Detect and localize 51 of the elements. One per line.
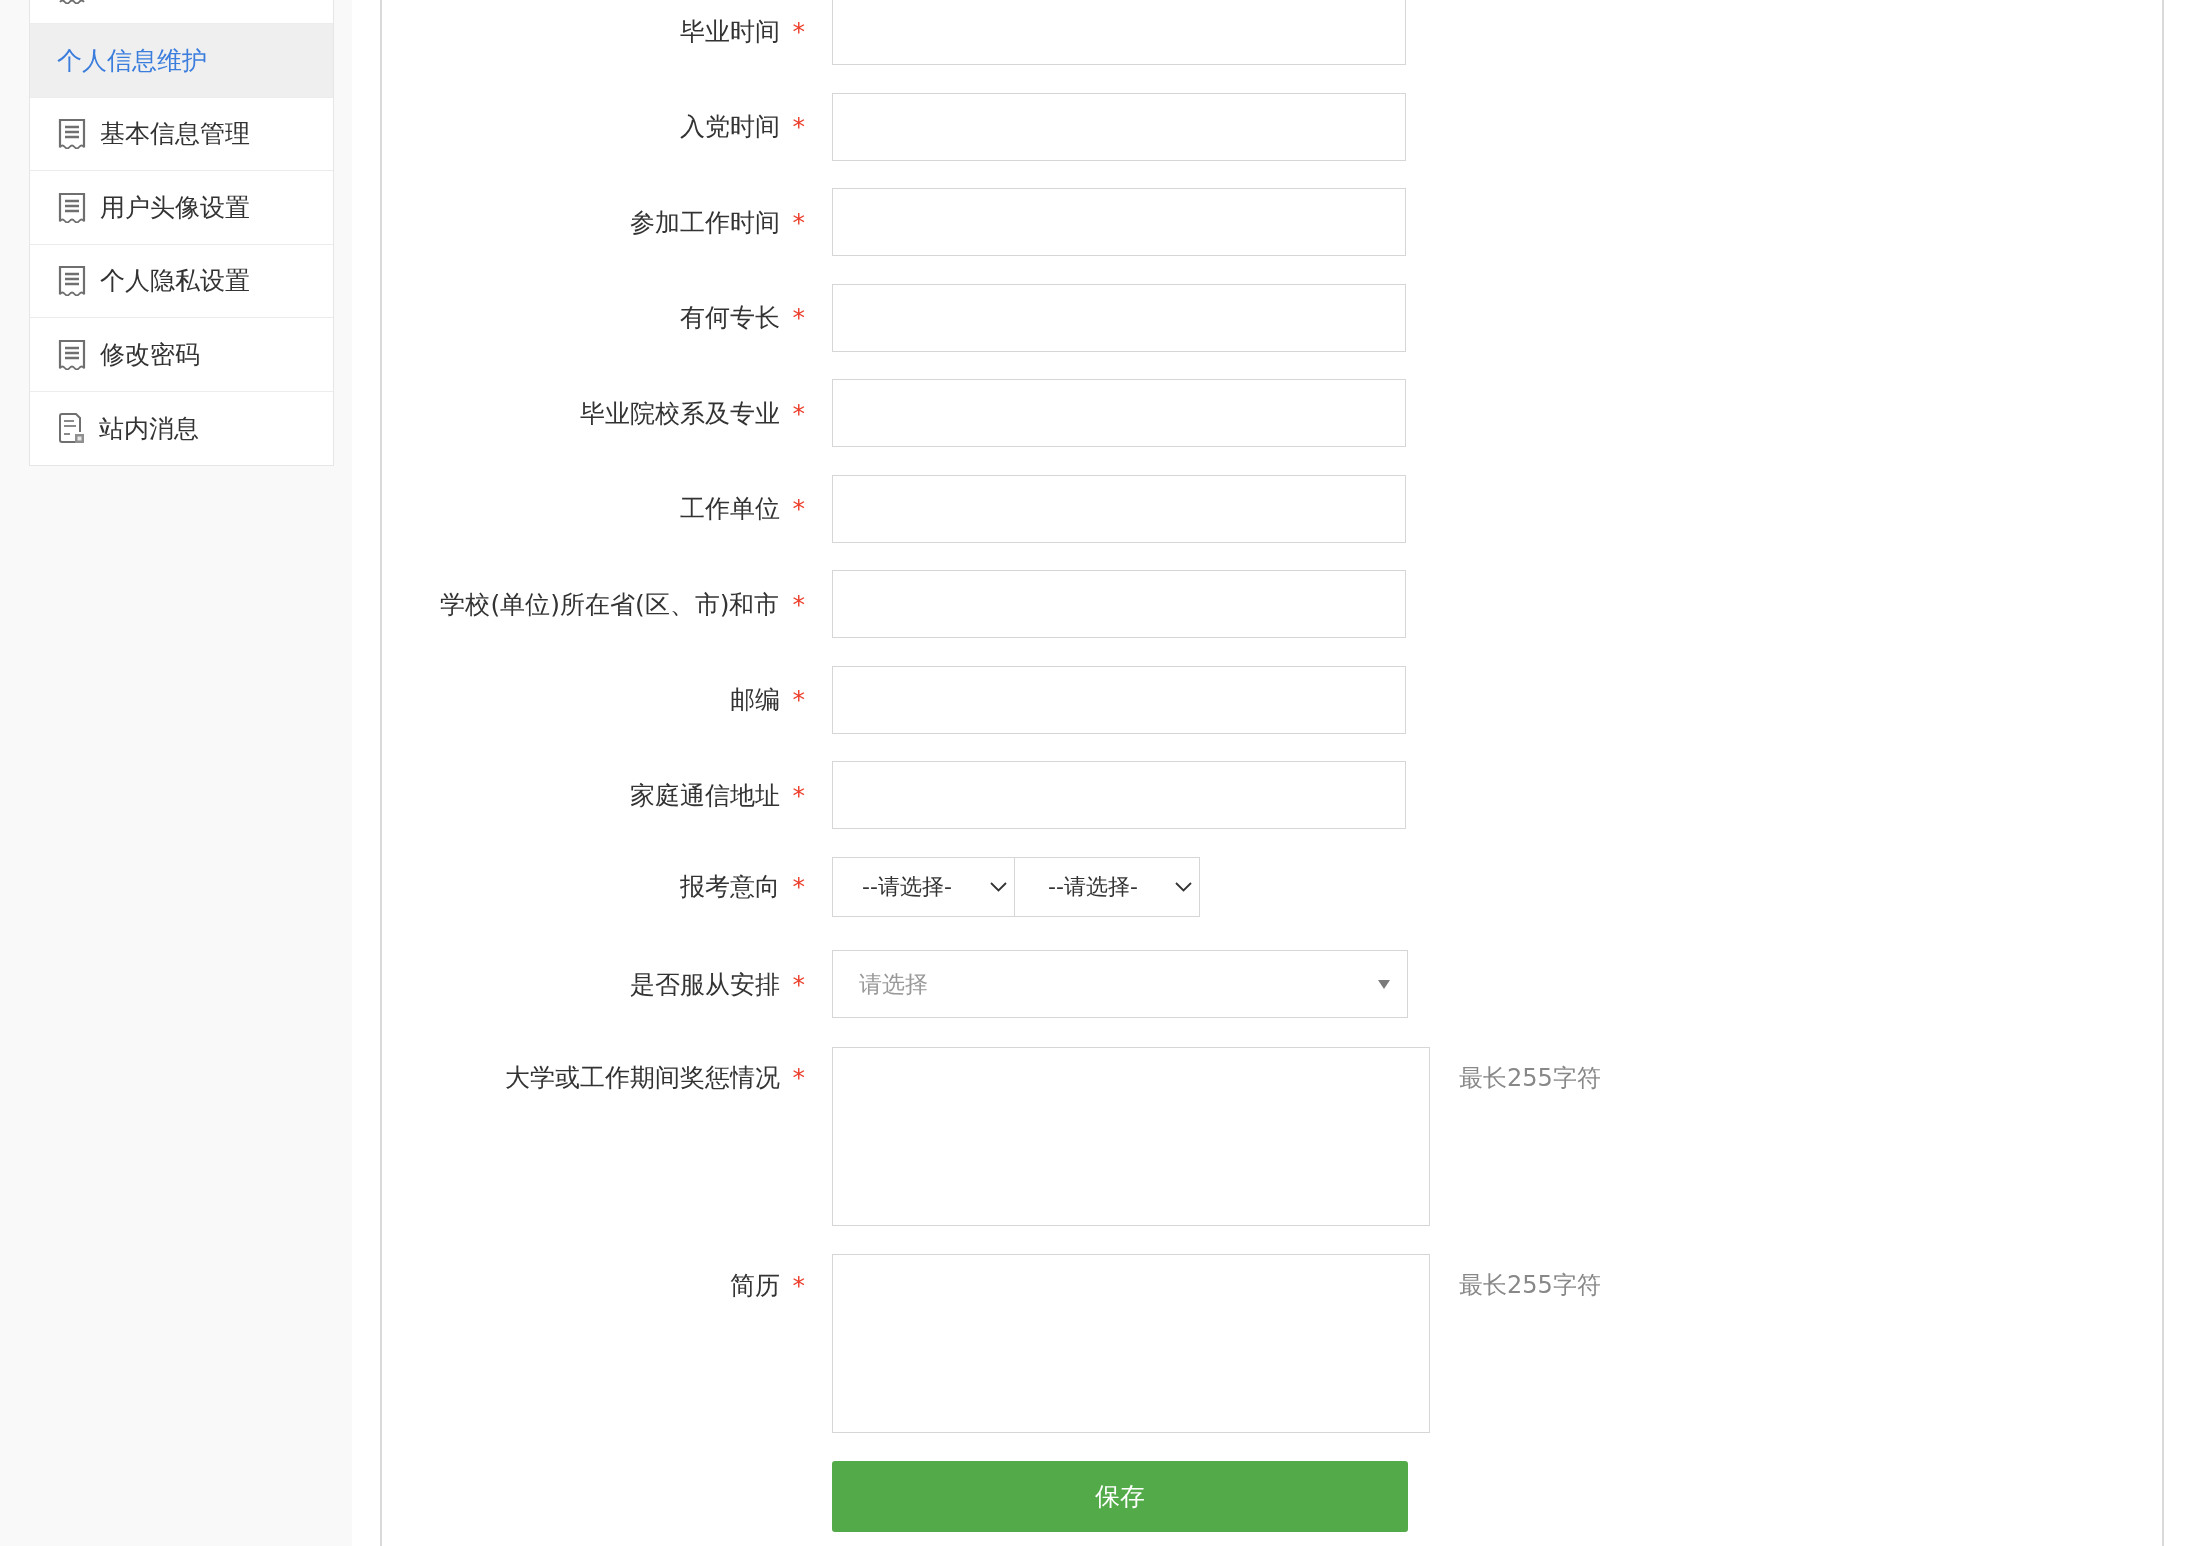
text-input[interactable] bbox=[832, 92, 1406, 161]
field-label: 家庭通信地址 bbox=[629, 779, 780, 812]
required-mark: * bbox=[792, 496, 805, 521]
field-label: 毕业时间 bbox=[679, 15, 780, 48]
document-icon bbox=[58, 191, 86, 223]
hint-text: 最长255字符 bbox=[1459, 1270, 1601, 1301]
field-label: 毕业院校系及专业 bbox=[579, 397, 780, 430]
sidebar-item[interactable]: 个人信息维护 bbox=[30, 24, 333, 98]
document-icon bbox=[58, 0, 86, 4]
chevron-down-icon bbox=[990, 881, 1007, 892]
field-label: 入党时间 bbox=[679, 111, 780, 143]
field-label: 参加工作时间 bbox=[629, 206, 780, 239]
required-mark: * bbox=[792, 305, 805, 330]
required-mark: * bbox=[792, 1065, 805, 1090]
field-label: 学校(单位)所在省(区、市)和市 bbox=[440, 588, 780, 621]
text-input[interactable] bbox=[832, 761, 1406, 829]
field-label: 邮编 bbox=[729, 684, 780, 716]
field-label: 大学或工作期间奖惩情况 bbox=[504, 1062, 780, 1094]
text-input[interactable] bbox=[832, 379, 1406, 447]
document-icon bbox=[58, 118, 86, 150]
required-mark: * bbox=[792, 1272, 805, 1298]
required-mark: * bbox=[792, 687, 805, 712]
field-label: 是否服从安排 bbox=[629, 968, 780, 1001]
required-mark: * bbox=[792, 114, 805, 139]
required-mark: * bbox=[792, 400, 805, 426]
required-mark: * bbox=[792, 874, 805, 899]
caret-down-icon bbox=[1378, 979, 1390, 989]
select-dropdown[interactable]: --请选择- bbox=[832, 856, 1015, 917]
field-label: 有何专长 bbox=[679, 302, 780, 334]
textarea-field[interactable] bbox=[832, 1046, 1430, 1226]
select-dropdown[interactable]: --请选择- bbox=[1015, 856, 1200, 917]
text-input[interactable] bbox=[832, 570, 1406, 638]
required-mark: * bbox=[792, 782, 805, 808]
text-input[interactable] bbox=[832, 0, 1406, 65]
field-label: 工作单位 bbox=[679, 493, 780, 525]
message-document-icon bbox=[58, 412, 85, 444]
hint-text: 最长255字符 bbox=[1459, 1062, 1601, 1094]
textarea-field[interactable] bbox=[832, 1254, 1430, 1433]
field-label: 报考意向 bbox=[679, 871, 780, 903]
text-input[interactable] bbox=[832, 188, 1406, 256]
required-mark: * bbox=[792, 18, 805, 44]
document-icon bbox=[58, 265, 86, 297]
text-input[interactable] bbox=[832, 665, 1406, 734]
text-input[interactable] bbox=[832, 474, 1406, 543]
required-mark: * bbox=[792, 971, 805, 997]
chevron-down-icon bbox=[1175, 881, 1192, 892]
text-input[interactable] bbox=[832, 283, 1406, 352]
field-label: 简历 bbox=[729, 1269, 780, 1302]
required-mark: * bbox=[792, 209, 805, 235]
required-mark: * bbox=[792, 591, 805, 617]
document-icon bbox=[58, 338, 86, 370]
